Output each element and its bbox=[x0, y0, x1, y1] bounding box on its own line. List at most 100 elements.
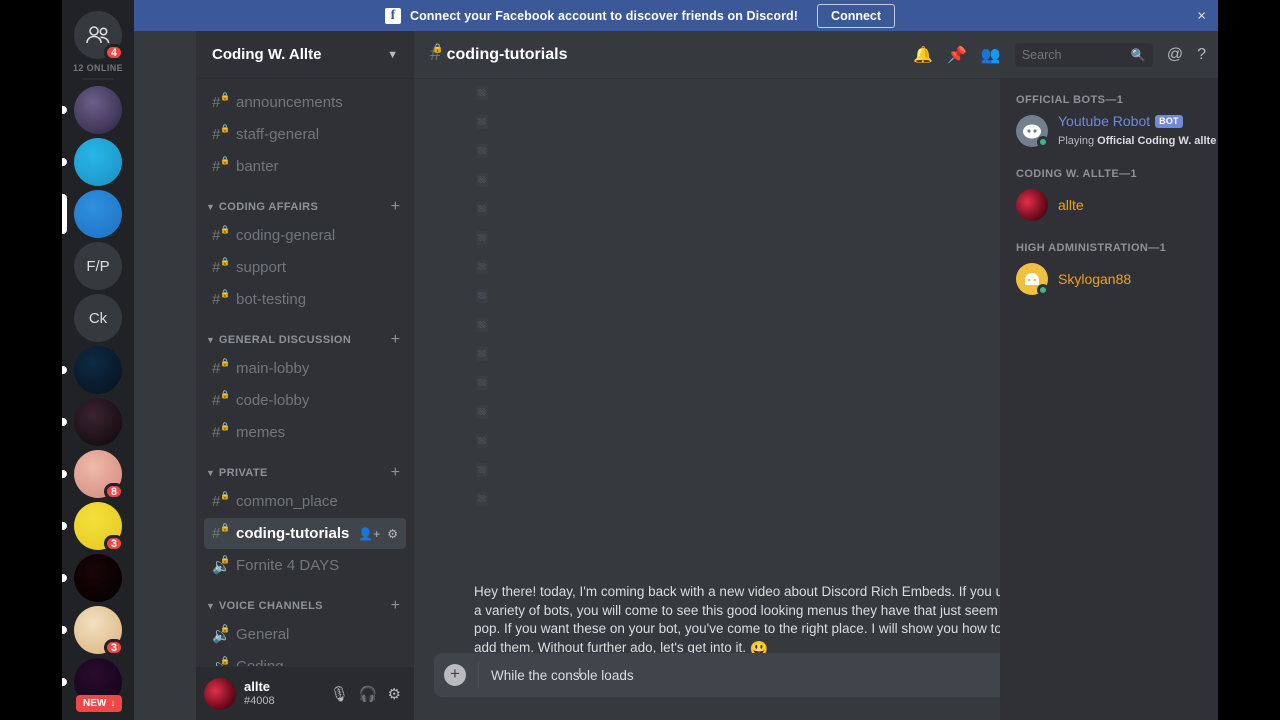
server-icon-server-shapes[interactable] bbox=[62, 84, 134, 136]
new-pill-label: NEW bbox=[83, 698, 107, 709]
channel-item-support[interactable]: # 🔒 support bbox=[204, 252, 406, 283]
message-placeholder bbox=[476, 289, 488, 303]
chevron-down-icon: ▼ bbox=[206, 335, 215, 345]
settings-icon[interactable]: ⚙ bbox=[387, 527, 398, 541]
channel-item-staff-general[interactable]: # 🔒 staff-general bbox=[204, 119, 406, 150]
channel-label: bot-testing bbox=[236, 291, 307, 308]
mentions-icon[interactable]: @ bbox=[1167, 46, 1183, 64]
message-list[interactable]: Hey there! today, I'm coming back with a… bbox=[414, 78, 1066, 653]
server-icon-server-concert[interactable] bbox=[62, 396, 134, 448]
category-label: GENERAL DISCUSSION bbox=[218, 334, 352, 346]
channel-list[interactable]: # 🔒 announcements # 🔒 staff-general # 🔒 banter ▼ C… bbox=[196, 78, 414, 666]
message-body: Hey there! today, I'm coming back with a… bbox=[474, 583, 1019, 653]
lock-icon: 🔒 bbox=[220, 422, 230, 431]
pin-icon[interactable]: 📌 bbox=[947, 45, 967, 65]
headphones-icon[interactable]: 🎧 bbox=[359, 685, 378, 703]
lock-icon: 🔒 bbox=[220, 289, 230, 298]
channel-item-announcements[interactable]: # 🔒 announcements bbox=[204, 87, 406, 118]
channel-label: code-lobby bbox=[236, 392, 310, 409]
server-icon-server-ck[interactable]: Ck bbox=[62, 292, 134, 344]
channel-item-banter[interactable]: # 🔒 banter bbox=[204, 151, 406, 182]
unread-indicator bbox=[62, 366, 67, 374]
mic-muted-icon[interactable]: 🎙 bbox=[330, 685, 349, 703]
screen: f Connect your Facebook account to disco… bbox=[0, 0, 1280, 720]
channel-item-main-lobby[interactable]: # 🔒 main-lobby bbox=[204, 353, 406, 384]
channel-label: banter bbox=[236, 158, 279, 175]
user-discriminator: #4008 bbox=[244, 694, 275, 707]
composer-box[interactable]: + While the console loads I ☺ bbox=[434, 653, 1046, 697]
bell-icon[interactable]: 🔔 bbox=[913, 45, 933, 65]
server-icons[interactable]: F/P Ck 8 3 3 bbox=[62, 84, 134, 708]
status-indicator bbox=[1037, 284, 1049, 296]
activity-prefix: Playing bbox=[1058, 134, 1098, 147]
channel-item-general[interactable]: 🔈 🔒 General bbox=[204, 619, 406, 650]
message-input[interactable]: While the console loads bbox=[491, 668, 1015, 683]
home-button[interactable]: 4 bbox=[74, 11, 124, 61]
help-icon[interactable]: ? bbox=[1197, 46, 1206, 64]
lock-icon: 🔒 bbox=[220, 225, 230, 234]
channel-item-coding[interactable]: 🔈🔒 Coding bbox=[204, 651, 406, 667]
channel-label: common_place bbox=[236, 493, 338, 510]
channel-item-coding-general[interactable]: # 🔒 coding-general bbox=[204, 220, 406, 251]
server-badge: 3 bbox=[103, 535, 124, 552]
invite-icon[interactable]: 👤+ bbox=[358, 527, 380, 541]
bot-badge: BOT bbox=[1155, 115, 1183, 128]
server-icon-server-nr-gold[interactable]: 3 bbox=[62, 604, 134, 656]
members-icon[interactable]: 👥 bbox=[981, 45, 1001, 65]
server-avatar bbox=[74, 190, 122, 238]
hash-icon: # 🔒 bbox=[212, 257, 230, 276]
category-voice-channels[interactable]: ▼ VOICE CHANNELS + bbox=[196, 582, 414, 618]
category-private[interactable]: ▼ PRIVATE + bbox=[196, 449, 414, 485]
add-channel-button[interactable]: + bbox=[391, 598, 406, 614]
unread-indicator bbox=[62, 106, 67, 114]
divider bbox=[82, 78, 114, 80]
guild-header[interactable]: Coding W. Allte ▼ bbox=[196, 31, 414, 78]
channel-item-code-lobby[interactable]: # 🔒 code-lobby bbox=[204, 385, 406, 416]
unread-indicator bbox=[62, 194, 67, 234]
message-placeholder bbox=[476, 405, 488, 419]
server-icon-server-yellow-blob[interactable]: 3 bbox=[62, 500, 134, 552]
server-icon-server-fp[interactable]: F/P bbox=[62, 240, 134, 292]
server-icon-server-lolsoft[interactable] bbox=[62, 552, 134, 604]
server-icon-server-blue-wings[interactable] bbox=[62, 344, 134, 396]
channel-item-common_place[interactable]: # 🔒 common_place bbox=[204, 486, 406, 517]
channel-item-bot-testing[interactable]: # 🔒 bot-testing bbox=[204, 284, 406, 315]
add-channel-button[interactable]: + bbox=[391, 465, 406, 481]
channel-title: coding-tutorials bbox=[446, 45, 568, 63]
settings-icon[interactable]: ⚙ bbox=[388, 685, 401, 703]
member-item-allte[interactable]: allte bbox=[1008, 184, 1210, 226]
add-channel-button[interactable]: + bbox=[391, 199, 406, 215]
category-general-discussion[interactable]: ▼ GENERAL DISCUSSION + bbox=[196, 316, 414, 352]
server-icon-server-discord-blue[interactable] bbox=[62, 136, 134, 188]
server-icon-server-face-meme[interactable]: 8 bbox=[62, 448, 134, 500]
member-item-skylogan88[interactable]: Skylogan88 bbox=[1008, 258, 1210, 300]
unread-indicator bbox=[62, 158, 67, 166]
server-badge: 3 bbox=[103, 639, 124, 656]
add-channel-button[interactable]: + bbox=[391, 332, 406, 348]
new-messages-pill[interactable]: NEW ↓ bbox=[76, 695, 123, 712]
search-input[interactable]: Search 🔍 bbox=[1014, 42, 1153, 67]
banner-close-icon[interactable]: × bbox=[1197, 8, 1206, 23]
hash-icon: # 🔒 bbox=[212, 156, 230, 175]
hash-icon: # 🔒 bbox=[212, 225, 230, 244]
message-placeholder bbox=[476, 86, 488, 100]
channel-item-coding-tutorials[interactable]: # 🔒 coding-tutorials 👤+ ⚙ bbox=[204, 518, 406, 549]
member-item-youtube-robot[interactable]: Youtube Robot BOT Playing Official Coding … bbox=[1008, 110, 1218, 152]
channel-label: announcements bbox=[236, 94, 343, 111]
avatar[interactable] bbox=[204, 677, 236, 710]
speaker-icon: 🔈🔒 bbox=[212, 656, 231, 667]
channel-item-fornite-4-days[interactable]: 🔈 🔒 Fornite 4 DAYS bbox=[204, 550, 406, 581]
category-coding-affairs[interactable]: ▼ CODING AFFAIRS + bbox=[196, 183, 414, 219]
add-attachment-button[interactable]: + bbox=[444, 664, 466, 686]
member-list[interactable]: OFFICIAL BOTS—1 Youtube Robot BOT Playing O… bbox=[1000, 78, 1218, 720]
unread-indicator bbox=[62, 574, 67, 582]
message-placeholder bbox=[476, 115, 488, 129]
unread-indicator bbox=[62, 678, 67, 686]
unread-indicator bbox=[62, 522, 67, 530]
banner-connect-button[interactable]: Connect bbox=[817, 3, 896, 28]
hash-icon: # 🔒 bbox=[212, 491, 230, 510]
message-placeholder bbox=[476, 463, 488, 477]
channel-item-memes[interactable]: # 🔒 memes bbox=[204, 417, 406, 448]
server-icon-server-coding-w-allte[interactable] bbox=[62, 188, 134, 240]
server-avatar bbox=[74, 138, 122, 186]
